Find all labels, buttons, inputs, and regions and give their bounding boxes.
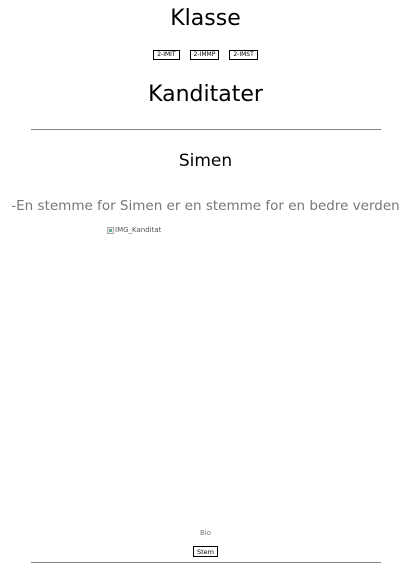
class-button-2-imst[interactable]: 2-IMST (229, 50, 258, 60)
vote-container: Stem (0, 546, 411, 557)
kandidater-heading: Kanditater (148, 82, 263, 107)
class-button-2-immp[interactable]: 2-IMMP (189, 50, 220, 60)
divider-top (31, 129, 381, 130)
candidate-slogan: -En stemme for Simen er en stemme for en… (11, 198, 400, 214)
klasse-heading: Klasse (170, 6, 241, 31)
bio-label: Bio (199, 529, 212, 537)
class-button-2-imit[interactable]: 2-IMIT (153, 50, 180, 60)
candidate-image-alt: IMG_Kanditat (115, 226, 162, 234)
candidate-name: Simen (178, 151, 233, 171)
class-selector: 2-IMIT 2-IMMP 2-IMST (0, 50, 411, 60)
vote-button[interactable]: Stem (192, 546, 218, 557)
candidate-image: IMG_Kanditat (107, 225, 161, 235)
broken-image-icon (107, 226, 114, 234)
divider-bottom (31, 562, 381, 563)
